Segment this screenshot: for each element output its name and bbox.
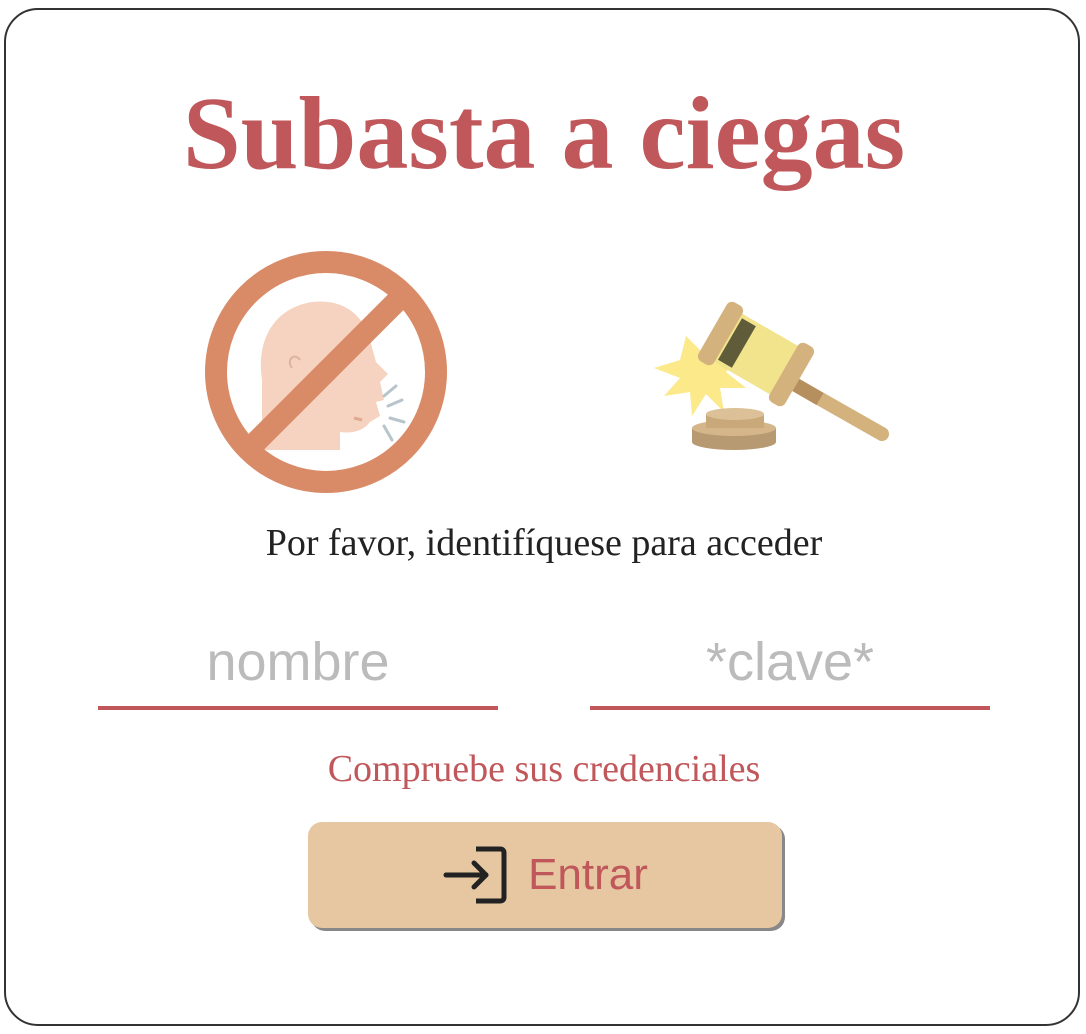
enter-button[interactable]: Entrar — [308, 822, 782, 928]
error-message: Compruebe sus credenciales — [327, 748, 761, 790]
no-speaking-icon — [205, 251, 447, 493]
login-icon — [443, 846, 507, 904]
login-card: Subasta a ciegas Por favor, identifíques… — [4, 8, 1080, 1026]
password-input[interactable] — [590, 618, 990, 710]
login-prompt: Por favor, identifíquese para acceder — [265, 522, 823, 564]
name-input[interactable] — [98, 618, 498, 710]
enter-button-label: Entrar — [528, 850, 648, 899]
gavel-icon — [654, 301, 889, 450]
page-title: Subasta a ciegas — [182, 76, 906, 191]
